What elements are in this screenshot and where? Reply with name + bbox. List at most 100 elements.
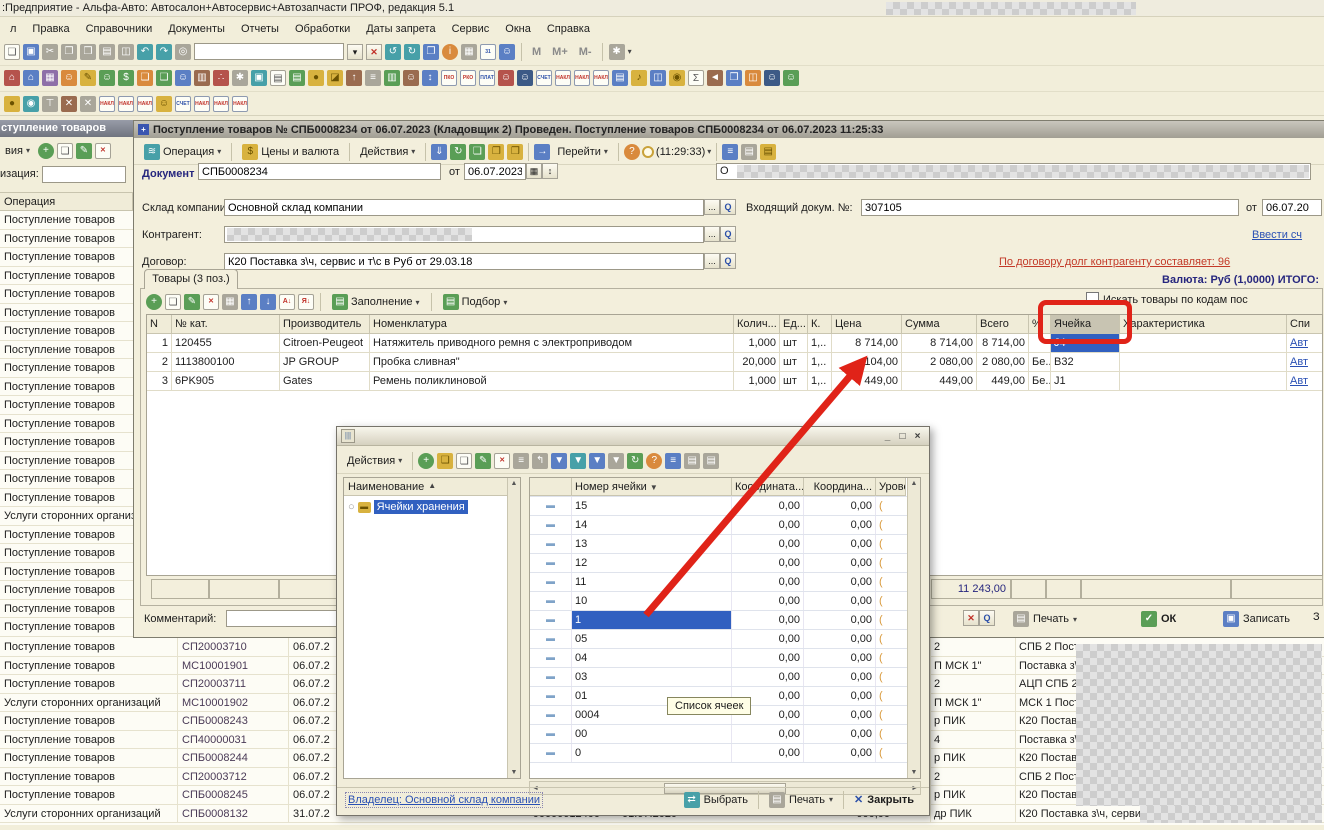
row-save-icon[interactable]: ▦ [222, 294, 238, 310]
add-group-icon[interactable]: ❑ [437, 453, 453, 469]
grid-icon[interactable]: ▤ [741, 144, 757, 160]
tree-view-icon[interactable]: ≡ [665, 453, 681, 469]
staff-icon[interactable]: ☺ [403, 70, 419, 86]
item-row[interactable]: 2 1113800100 JP GROUP Пробка сливная" 20… [147, 353, 1322, 372]
new-document-icon[interactable]: ❏ [4, 44, 20, 60]
help-icon[interactable]: ? [624, 144, 640, 160]
owner-link[interactable]: Владелец: Основной склад компании [345, 792, 543, 808]
price-updown-icon[interactable]: ↕ [422, 70, 438, 86]
list-row[interactable]: Поступление товаров [0, 452, 133, 471]
list-row[interactable]: Поступление товаров [0, 489, 133, 508]
row-down-icon[interactable]: ↓ [260, 294, 276, 310]
cell-number[interactable]: 04 [572, 649, 732, 667]
menu-item[interactable]: Даты запрета [358, 20, 443, 38]
expand-circle-icon[interactable]: ○ [348, 501, 355, 513]
warehouse-input[interactable] [224, 199, 704, 216]
money-icon[interactable]: $ [118, 70, 134, 86]
document-icon[interactable]: ▤ [270, 70, 286, 86]
pin-icon[interactable]: ⊤ [42, 96, 58, 112]
scroll-down-icon[interactable]: ▼ [911, 769, 918, 776]
list-row[interactable]: Поступление товаров [0, 563, 133, 582]
cell-row[interactable]: ▬ 00 0,00 0,00 ( [530, 725, 920, 744]
nakl2-minus-icon[interactable]: НАКЛ [213, 96, 229, 112]
menu-item[interactable]: л [2, 20, 24, 38]
service-dropdown-icon[interactable]: ▾ [628, 47, 632, 56]
row-add-icon[interactable]: + [146, 294, 162, 310]
col-characteristic[interactable]: Характеристика [1120, 315, 1287, 334]
cell-storage-cell[interactable]: J1 [1051, 372, 1120, 391]
cell-number[interactable]: 0 [572, 744, 732, 762]
building-icon[interactable]: ⌂ [23, 70, 39, 86]
time-dropdown-icon[interactable]: ▾ [707, 147, 711, 156]
coins-icon[interactable]: ● [308, 70, 324, 86]
item-row[interactable]: 3 6PK905 Gates Ремень поликлиновой 1,000… [147, 372, 1322, 391]
warehouse-open-button[interactable]: Q [720, 199, 736, 215]
report-icon[interactable]: ◪ [327, 70, 343, 86]
help-icon[interactable]: ? [646, 453, 662, 469]
incoming-date-input[interactable] [1262, 199, 1322, 216]
calculator-memory-button[interactable]: M- [575, 45, 596, 59]
cell-row[interactable]: ▬ 10 0,00 0,00 ( [530, 592, 920, 611]
contracts-icon[interactable]: ✎ [80, 70, 96, 86]
menu-item[interactable]: Окна [497, 20, 539, 38]
col-unit[interactable]: Ед... [780, 315, 808, 334]
contract-input[interactable] [224, 253, 704, 270]
comment-clear-icon[interactable]: ✕ [963, 610, 979, 626]
minimize-icon[interactable]: _ [880, 431, 895, 442]
list-row[interactable]: Поступление товаров [0, 526, 133, 545]
person-icon[interactable]: ☺ [61, 70, 77, 86]
contract-open-button[interactable]: Q [720, 253, 736, 269]
transfer-out-icon[interactable]: ☺ [517, 70, 533, 86]
schet2-doc-icon[interactable]: СЧЕТ [175, 96, 191, 112]
organization-input[interactable] [42, 166, 126, 183]
cell-row[interactable]: ▬ 11 0,00 0,00 ( [530, 573, 920, 592]
cell-number[interactable]: 14 [572, 516, 732, 534]
goto-button[interactable]: Перейти ▾ [552, 144, 613, 160]
contragent-select-button[interactable]: ... [704, 226, 720, 242]
col-price[interactable]: Цена [832, 315, 902, 334]
undo-icon[interactable]: ↶ [137, 44, 153, 60]
cell-row[interactable]: ▬ 12 0,00 0,00 ( [530, 554, 920, 573]
select-button[interactable]: ⇄ Выбрать [677, 790, 755, 810]
copy-doc-icon[interactable]: ❐ [488, 144, 504, 160]
list-row[interactable]: Поступление товаров [0, 248, 133, 267]
scroll-up-icon[interactable]: ▲ [511, 480, 518, 487]
service-wrench-icon[interactable]: ✱ [609, 44, 625, 60]
list-row[interactable]: Поступление товаров [0, 267, 133, 286]
catalog-icon[interactable]: ▥ [384, 70, 400, 86]
redo-icon[interactable]: ↷ [156, 44, 172, 60]
pko-doc-icon[interactable]: ПКО [441, 70, 457, 86]
contragent-open-button[interactable]: Q [720, 226, 736, 242]
calculator-memory-button[interactable]: M+ [548, 45, 572, 59]
managers-icon[interactable]: ☺ [764, 70, 780, 86]
list-copy-icon[interactable]: ❏ [57, 143, 73, 159]
nakl2-plus-icon[interactable]: НАКЛ [194, 96, 210, 112]
find-icon[interactable]: ◎ [175, 44, 191, 60]
nakl-minus-icon[interactable]: НАКЛ [118, 96, 134, 112]
list-actions-button[interactable]: вия ▾ [0, 143, 35, 159]
col-total[interactable]: Всего [977, 315, 1029, 334]
folder-green-icon[interactable]: ❑ [156, 70, 172, 86]
list-row[interactable]: Поступление товаров [0, 433, 133, 452]
refresh-back-icon[interactable]: ↺ [385, 44, 401, 60]
list-row[interactable]: Поступление товаров [0, 211, 133, 230]
sort-za-icon[interactable]: Я↓ [298, 294, 314, 310]
cell-row[interactable]: ▬ 15 0,00 0,00 ( [530, 497, 920, 516]
rko-doc-icon[interactable]: РКО [460, 70, 476, 86]
user-green-icon[interactable]: ☺ [783, 70, 799, 86]
list-row[interactable]: Поступление товаров [0, 304, 133, 323]
ok-button[interactable]: ✓ ОК [1134, 609, 1183, 629]
mechanism-icon[interactable]: ✱ [232, 70, 248, 86]
save-icon[interactable]: ▣ [23, 44, 39, 60]
sort-az-icon[interactable]: А↓ [279, 294, 295, 310]
col-manufacturer[interactable]: Производитель [280, 315, 370, 334]
database-icon[interactable]: ◉ [669, 70, 685, 86]
filter-clear-icon[interactable]: ▼ [608, 453, 624, 469]
cell-number[interactable]: 12 [572, 554, 732, 572]
list-row[interactable]: Поступление товаров [0, 359, 133, 378]
filter-by-value-icon[interactable]: ▼ [570, 453, 586, 469]
menu-item[interactable]: Справка [539, 20, 598, 38]
col-nomenclature[interactable]: Номенклатура [370, 315, 734, 334]
col-level[interactable]: Уровен [876, 478, 906, 496]
list-row[interactable]: Поступление товаров [0, 285, 133, 304]
